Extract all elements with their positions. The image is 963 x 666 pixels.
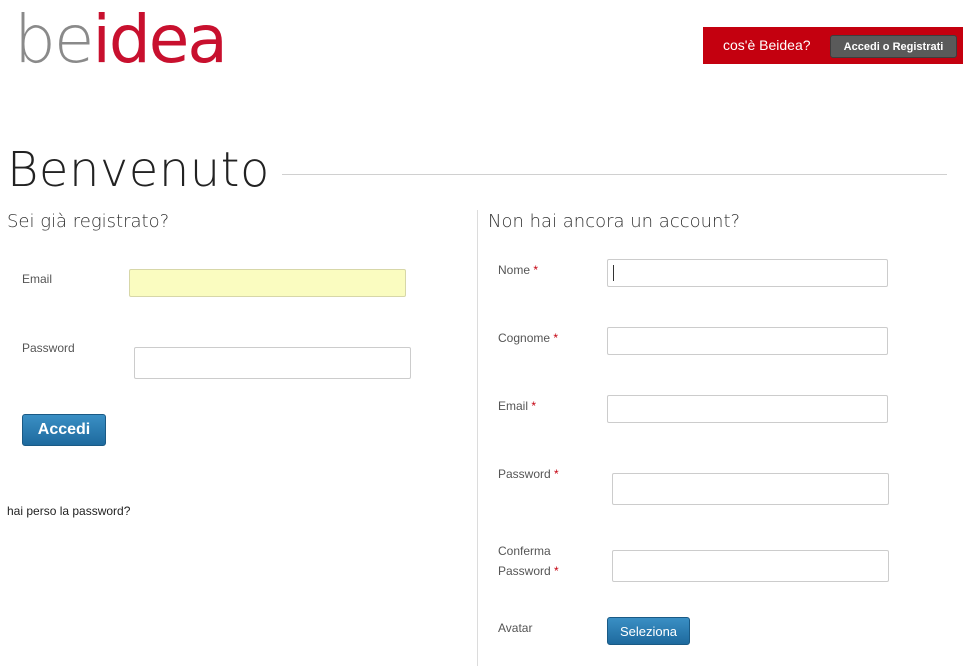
login-email-label: Email xyxy=(22,272,53,286)
register-email-input[interactable] xyxy=(607,395,888,423)
title-divider xyxy=(282,174,947,175)
confirm-label-line2: Password xyxy=(498,564,551,578)
register-avatar-label: Avatar xyxy=(498,621,533,635)
register-email-label: Email * xyxy=(498,396,536,416)
login-password-input[interactable] xyxy=(134,347,411,379)
register-cognome-label: Cognome * xyxy=(498,328,558,348)
page: beidea cos'è Beidea? Accedi o Registrati… xyxy=(0,0,963,666)
top-nav-bar: cos'è Beidea? Accedi o Registrati xyxy=(703,27,963,64)
nome-label-text: Nome xyxy=(498,263,531,277)
required-marker: * xyxy=(554,467,559,481)
register-password-label: Password * xyxy=(498,464,559,484)
register-nome-label: Nome * xyxy=(498,260,538,280)
column-divider xyxy=(477,210,478,666)
confirm-label-line1: Conferma xyxy=(498,544,551,558)
beidea-logo[interactable]: beidea xyxy=(14,0,228,80)
register-nome-input[interactable] xyxy=(607,259,888,287)
cognome-label-text: Cognome xyxy=(498,331,551,345)
password-label-text: Password xyxy=(498,467,551,481)
login-section-title: Sei già registrato? xyxy=(7,211,170,232)
required-marker: * xyxy=(531,399,537,413)
avatar-select-button[interactable]: Seleziona xyxy=(607,617,690,645)
text-cursor xyxy=(613,265,614,281)
login-password-label: Password xyxy=(22,341,75,355)
register-section-title: Non hai ancora un account? xyxy=(488,211,741,232)
register-cognome-input[interactable] xyxy=(607,327,888,355)
logo-part-be: be xyxy=(14,1,94,78)
login-submit-button[interactable]: Accedi xyxy=(22,414,106,446)
required-marker: * xyxy=(554,564,559,578)
about-link[interactable]: cos'è Beidea? xyxy=(723,37,811,53)
register-confirm-label: Conferma Password * xyxy=(498,541,559,581)
logo-part-idea: idea xyxy=(92,1,228,78)
email-label-text: Email xyxy=(498,399,529,413)
required-marker: * xyxy=(533,263,539,277)
register-password-input[interactable] xyxy=(612,473,889,505)
login-email-input[interactable] xyxy=(129,269,406,297)
page-title: Benvenuto xyxy=(7,142,270,198)
confirm-label-line2-wrap: Password * xyxy=(498,561,559,581)
forgot-password-link[interactable]: hai perso la password? xyxy=(7,504,130,518)
login-register-button[interactable]: Accedi o Registrati xyxy=(830,35,957,58)
register-confirm-password-input[interactable] xyxy=(612,550,889,582)
required-marker: * xyxy=(553,331,559,345)
